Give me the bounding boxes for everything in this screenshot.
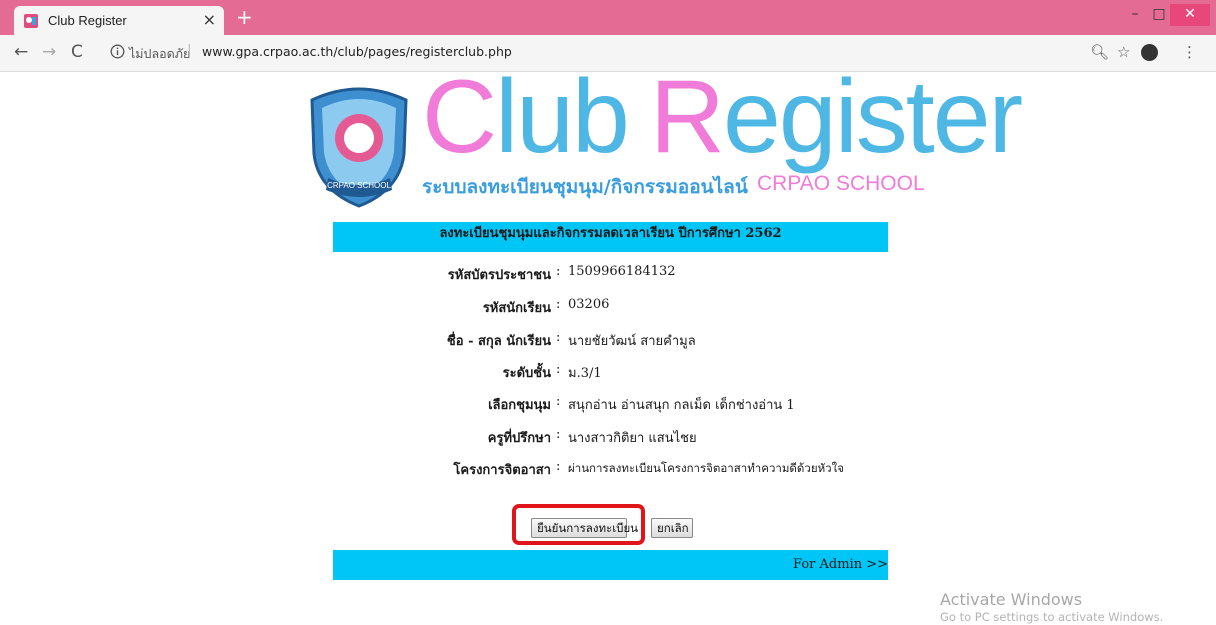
form-header-bar: ลงทะเบียนชุมนุมและกิจกรรมลดเวลาเรียน ปีก… xyxy=(333,222,888,252)
info-label: รหัสบัตรประชาชน xyxy=(447,268,551,283)
admin-link[interactable]: For Admin >> xyxy=(793,557,888,572)
menu-icon[interactable]: ⋮ xyxy=(1182,43,1197,61)
back-icon[interactable]: ← xyxy=(14,42,28,62)
info-row-advisor: ครูที่ปรึกษา : นางสาวกิติยา แสนไชย xyxy=(333,427,888,447)
maximize-button[interactable]: □ xyxy=(1148,4,1170,26)
info-row-selected-club: เลือกชุมนุม : สนุกอ่าน อ่านสนุก กลเม็ด เ… xyxy=(333,394,888,414)
info-colon: : xyxy=(556,362,561,377)
info-label: เลือกชุมนุม xyxy=(488,398,551,413)
close-window-button[interactable]: ✕ xyxy=(1170,4,1210,26)
forward-icon[interactable]: → xyxy=(42,42,56,62)
club-register-logo: CRPAO SCHOOL Club Register ระบบลงทะเบียนช… xyxy=(300,59,1023,212)
school-crest-icon: CRPAO SCHOOL xyxy=(310,87,408,208)
logo-title: Club Register xyxy=(422,59,1023,175)
confirm-registration-button[interactable]: ยืนยันการลงทะเบียน xyxy=(531,518,638,538)
info-label: ชื่อ - สกุล นักเรียน xyxy=(446,334,551,349)
info-row-citizen-id: รหัสบัตรประชาชน : 1509966184132 xyxy=(333,264,888,284)
favicon-icon xyxy=(24,14,38,28)
info-label: โครงการจิตอาสา xyxy=(453,463,551,478)
zoom-icon[interactable]: 🔍︎ xyxy=(1090,43,1109,61)
activate-windows-subtitle: Go to PC settings to activate Windows. xyxy=(940,610,1164,624)
tab-close-icon[interactable]: × xyxy=(203,10,216,29)
info-row-volunteer-project: โครงการจิตอาสา : ผ่านการลงทะเบียนโครงการ… xyxy=(333,459,888,479)
info-colon: : xyxy=(556,427,561,442)
info-label: ครูที่ปรึกษา xyxy=(487,431,551,446)
activate-windows-title: Activate Windows xyxy=(940,590,1083,609)
security-label[interactable]: ไม่ปลอดภัย xyxy=(129,44,190,64)
crest-text: CRPAO SCHOOL xyxy=(327,181,391,190)
info-row-student-id: รหัสนักเรียน : 03206 xyxy=(333,297,888,317)
info-value: 1509966184132 xyxy=(568,264,676,279)
tab-title: Club Register xyxy=(48,13,127,28)
info-icon[interactable] xyxy=(110,44,125,59)
info-value: นายชัยวัฒน์ สายคำมูล xyxy=(568,334,696,349)
info-colon: : xyxy=(556,394,561,409)
info-row-student-name: ชื่อ - สกุล นักเรียน : นายชัยวัฒน์ สายคำ… xyxy=(333,330,888,350)
info-row-grade-level: ระดับชั้น : ม.3/1 xyxy=(333,362,888,382)
form-title: ลงทะเบียนชุมนุมและกิจกรรมลดเวลาเรียน ปีก… xyxy=(439,226,782,241)
info-value: 03206 xyxy=(568,297,610,312)
new-tab-button[interactable]: + xyxy=(236,5,253,29)
info-value: สนุกอ่าน อ่านสนุก กลเม็ด เด็กช่างอ่าน 1 xyxy=(568,398,795,413)
browser-tab[interactable]: Club Register × xyxy=(14,6,224,35)
info-colon: : xyxy=(556,264,561,279)
info-label: รหัสนักเรียน xyxy=(482,301,551,316)
info-label: ระดับชั้น xyxy=(502,366,551,381)
browser-tab-bar: Club Register × + – □ ✕ xyxy=(0,0,1216,35)
url-separator: | xyxy=(187,43,192,59)
bookmark-star-icon[interactable]: ☆ xyxy=(1117,43,1130,61)
form-footer-bar: For Admin >> xyxy=(333,550,888,580)
info-colon: : xyxy=(556,297,561,312)
logo-school-name: CRPAO SCHOOL xyxy=(757,172,925,195)
cancel-button[interactable]: ยกเลิก xyxy=(651,518,693,538)
info-value: ม.3/1 xyxy=(568,366,602,381)
reload-icon[interactable]: C xyxy=(71,42,83,62)
profile-avatar-icon[interactable] xyxy=(1141,44,1158,61)
minimize-button[interactable]: – xyxy=(1124,4,1146,26)
url-text[interactable]: www.gpa.crpao.ac.th/club/pages/registerc… xyxy=(202,44,512,59)
info-value: นางสาวกิติยา แสนไชย xyxy=(568,431,697,446)
logo-subtitle: ระบบลงทะเบียนชุมนุม/กิจกรรมออนไลน์ xyxy=(422,176,748,198)
info-colon: : xyxy=(556,459,561,474)
info-value: ผ่านการลงทะเบียนโครงการจิตอาสาทำความดีด้… xyxy=(568,461,844,475)
info-colon: : xyxy=(556,330,561,345)
